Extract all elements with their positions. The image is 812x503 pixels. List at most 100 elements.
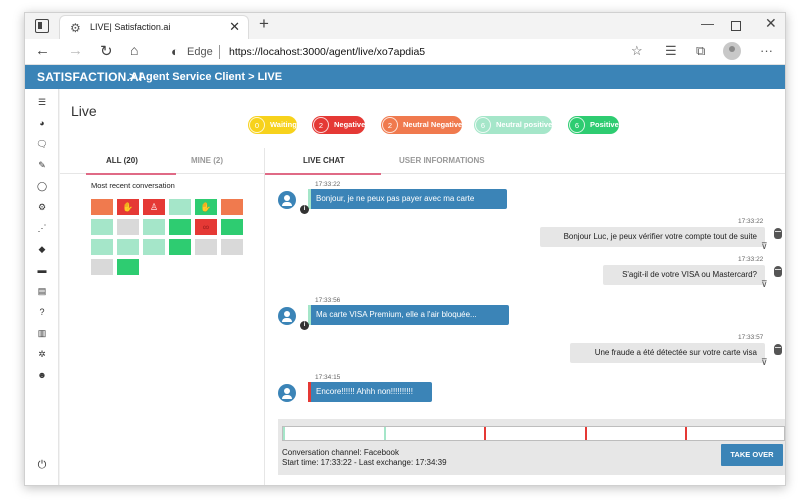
power-icon[interactable]: ⏻	[25, 459, 59, 472]
tab-bar: ⚙ LIVE| Satisfaction.ai ✕ + — ✕	[25, 13, 785, 39]
list-icon[interactable]: ☰	[25, 97, 59, 108]
dashboard-icon[interactable]: ◕	[25, 118, 59, 128]
bar-chart-icon[interactable]: ▥	[25, 328, 59, 339]
active-tab-indicator	[86, 173, 176, 175]
conversation-tile[interactable]: ∞	[195, 219, 217, 235]
customer-avatar-icon	[278, 191, 296, 209]
refresh-icon[interactable]: ↻	[100, 42, 113, 60]
tab-title: LIVE| Satisfaction.ai	[90, 22, 171, 32]
maximize-button[interactable]	[731, 21, 741, 31]
legend-positive[interactable]: 6 Positive	[568, 116, 619, 134]
legend-count: 6	[569, 117, 585, 133]
conversation-tile[interactable]	[117, 259, 139, 275]
timeline-marker	[283, 427, 285, 440]
browser-tab[interactable]: ⚙ LIVE| Satisfaction.ai ✕	[59, 15, 249, 39]
hand-icon: ✋	[200, 202, 212, 212]
table-icon[interactable]: ▤	[25, 286, 59, 297]
minimize-button[interactable]: —	[701, 16, 714, 31]
new-tab-button[interactable]: +	[259, 14, 269, 34]
users-icon[interactable]: ☻	[25, 370, 59, 380]
agent-icon	[774, 266, 782, 277]
legend-label: Waiting	[270, 120, 297, 129]
legend-negative[interactable]: 2 Negative	[312, 116, 366, 134]
brand-logo[interactable]: SATISFACTION.AI	[37, 70, 142, 84]
conversation-tile[interactable]	[117, 239, 139, 255]
conversation-tile[interactable]	[91, 239, 113, 255]
chat-bubbles-icon[interactable]: 🗨	[25, 139, 59, 150]
address-bar: ← → ↻ ⌂ ◐ Edge https://locahost:3000/age…	[25, 39, 785, 65]
forward-icon[interactable]: →	[68, 42, 83, 59]
timeline-marker	[384, 427, 386, 440]
conversation-tile[interactable]	[221, 239, 243, 255]
conversation-tile[interactable]	[117, 219, 139, 235]
profile-avatar[interactable]	[723, 42, 741, 60]
agent-icon	[774, 228, 782, 239]
close-window-button[interactable]: ✕	[765, 15, 777, 32]
conversation-tile[interactable]	[169, 219, 191, 235]
help-icon[interactable]: ?	[25, 307, 59, 317]
home-icon[interactable]: ⌂	[130, 42, 138, 58]
tab-live-chat[interactable]: LIVE CHAT	[303, 156, 345, 165]
tags-icon[interactable]: ◆	[25, 244, 59, 255]
thumbs-down-icon[interactable]: ⊽	[761, 279, 768, 290]
conversation-tile[interactable]	[143, 239, 165, 255]
pencil-icon[interactable]: ✎	[25, 160, 59, 171]
favorites-icon[interactable]: ☰	[665, 43, 677, 59]
timeline-marker	[685, 427, 687, 440]
legend-label: Neutral positive	[496, 120, 553, 129]
conversation-tile[interactable]	[169, 199, 191, 215]
conversation-tile[interactable]: ♙	[143, 199, 165, 215]
collections-icon[interactable]: ⧉	[696, 43, 705, 59]
legend-waiting[interactable]: 0 Waiting	[248, 116, 297, 134]
edge-logo-icon: ◐	[171, 44, 179, 59]
tab-user-informations[interactable]: USER INFORMATIONS	[399, 156, 485, 165]
favorite-add-icon[interactable]: ☆	[631, 43, 643, 59]
conversation-tile[interactable]	[169, 239, 191, 255]
tab-all[interactable]: ALL (20)	[106, 156, 138, 165]
conversation-tile[interactable]: ✋	[195, 199, 217, 215]
conversation-tile[interactable]	[91, 199, 113, 215]
agent-icon	[774, 344, 782, 355]
rss-icon[interactable]: ⋰	[25, 223, 59, 234]
customer-message: Encore!!!!!! Ahhh non!!!!!!!!!!	[308, 382, 432, 402]
conversation-times: Start time: 17:33:22 - Last exchange: 17…	[282, 458, 447, 467]
info-icon[interactable]: i	[300, 321, 309, 330]
customer-avatar-icon	[278, 384, 296, 402]
settings-icon[interactable]: ✲	[25, 349, 59, 360]
legend-neutral-negative[interactable]: 2 Neutral Negative	[381, 116, 463, 134]
browser-window: ⚙ LIVE| Satisfaction.ai ✕ + — ✕ ← → ↻ ⌂ …	[24, 12, 786, 486]
comment-icon[interactable]: ◯	[25, 181, 59, 192]
recent-conversation-label: Most recent conversation	[91, 181, 175, 190]
conversation-tile[interactable]	[91, 219, 113, 235]
tab-actions-icon[interactable]	[35, 19, 49, 33]
conversation-tile[interactable]	[91, 259, 113, 275]
chat-tabs: LIVE CHAT USER INFORMATIONS	[265, 148, 785, 174]
conversation-tile[interactable]	[143, 219, 165, 235]
take-over-button[interactable]: TAKE OVER	[721, 444, 783, 466]
close-tab-icon[interactable]: ✕	[229, 19, 240, 35]
thumbs-down-icon[interactable]: ⊽	[761, 357, 768, 368]
sentiment-timeline[interactable]	[282, 426, 785, 441]
conversation-tile[interactable]	[195, 239, 217, 255]
legend-neutral-positive[interactable]: 6 Neutral positive	[474, 116, 553, 134]
page-title: Live	[71, 103, 97, 119]
back-icon[interactable]: ←	[35, 42, 50, 59]
legend-label: Negative	[334, 120, 366, 129]
conversation-tile[interactable]	[221, 199, 243, 215]
conversation-tile[interactable]: ✋	[117, 199, 139, 215]
archive-icon[interactable]: ▬	[25, 265, 59, 275]
tab-mine[interactable]: MINE (2)	[191, 156, 223, 165]
thumbs-down-icon[interactable]: ⊽	[761, 241, 768, 252]
conversation-tile[interactable]	[221, 219, 243, 235]
cogs-icon[interactable]: ⚙	[25, 202, 59, 213]
message-time: 17:33:57	[738, 334, 764, 341]
url-field[interactable]: ◐ Edge https://locahost:3000/agent/live/…	[163, 42, 673, 62]
customer-message: Bonjour, je ne peux pas payer avec ma ca…	[308, 189, 507, 209]
omnibox-divider	[219, 45, 220, 59]
url-text: https://locahost:3000/agent/live/xo7apdi…	[229, 46, 426, 58]
sidebar: ☰ ◕ 🗨 ✎ ◯ ⚙ ⋰ ◆ ▬ ▤ ? ▥ ✲ ☻ ⏻	[25, 89, 59, 485]
edge-label: Edge	[187, 46, 213, 58]
more-icon[interactable]: ···	[760, 43, 773, 58]
timeline-marker	[585, 427, 587, 440]
info-icon[interactable]: i	[300, 205, 309, 214]
